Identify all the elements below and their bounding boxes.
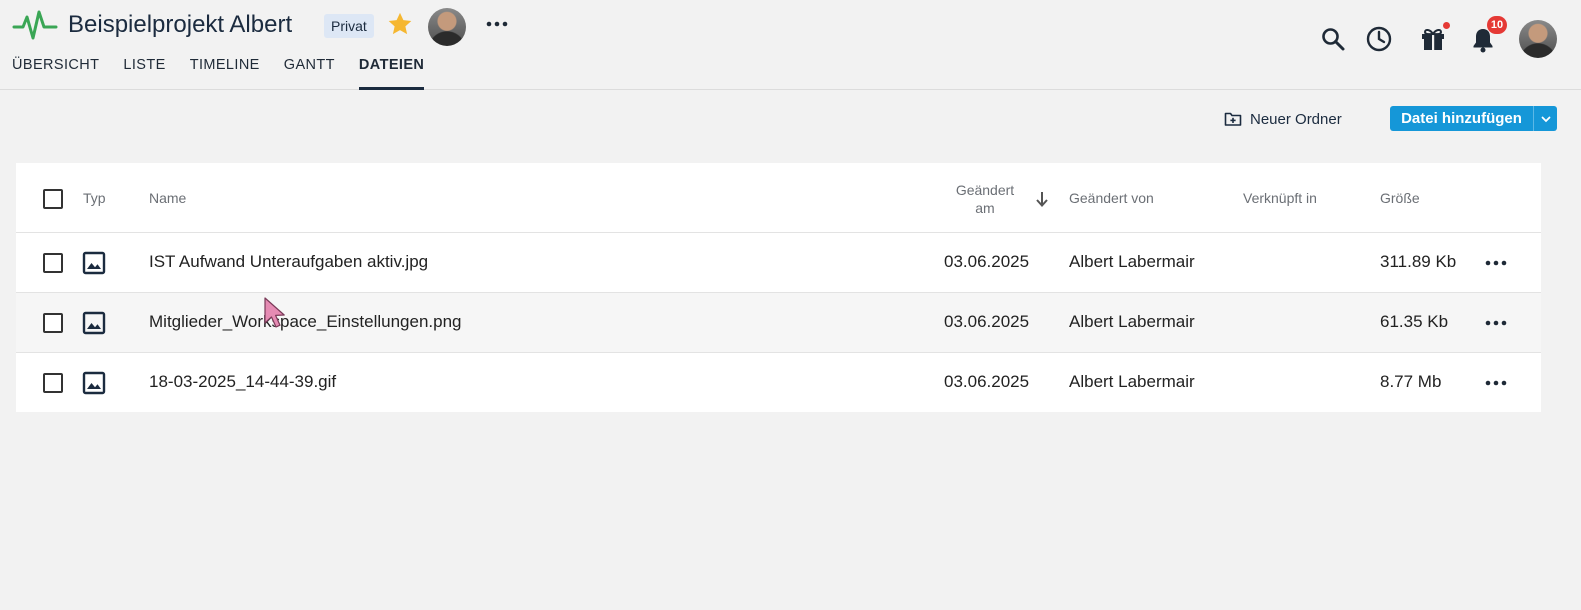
files-table: Typ Name Geändert am Geändert von Verknü… bbox=[16, 163, 1541, 412]
user-avatar[interactable] bbox=[1519, 20, 1557, 58]
file-name[interactable]: Mitglieder_Workspace_Einstellungen.png bbox=[149, 312, 461, 332]
file-size: 8.77 Mb bbox=[1380, 372, 1442, 391]
column-header-modified-at[interactable]: Geändert am bbox=[948, 181, 1022, 217]
privacy-badge: Privat bbox=[324, 14, 374, 38]
row-more-icon[interactable] bbox=[1482, 251, 1510, 275]
file-name[interactable]: 18-03-2025_14-44-39.gif bbox=[149, 372, 336, 392]
column-header-linked-in[interactable]: Verknüpft in bbox=[1243, 190, 1317, 206]
new-folder-button[interactable]: Neuer Ordner bbox=[1224, 106, 1342, 132]
image-file-icon bbox=[82, 311, 106, 335]
table-row[interactable]: Mitglieder_Workspace_Einstellungen.png 0… bbox=[16, 293, 1541, 353]
tab-timeline[interactable]: TIMELINE bbox=[190, 57, 260, 90]
add-file-label[interactable]: Datei hinzufügen bbox=[1390, 106, 1533, 131]
modified-by: Albert Labermair bbox=[1069, 312, 1195, 331]
chevron-down-icon bbox=[1541, 116, 1550, 122]
new-folder-label: Neuer Ordner bbox=[1250, 110, 1342, 128]
add-file-dropdown[interactable] bbox=[1533, 106, 1557, 131]
modified-date: 03.06.2025 bbox=[944, 312, 1030, 331]
tab-dateien[interactable]: DATEIEN bbox=[358, 57, 425, 90]
row-checkbox[interactable] bbox=[43, 373, 63, 393]
select-all-checkbox[interactable] bbox=[43, 189, 63, 209]
file-size: 61.35 Kb bbox=[1380, 312, 1449, 331]
column-header-size[interactable]: Größe bbox=[1380, 190, 1420, 206]
row-more-icon[interactable] bbox=[1482, 311, 1510, 335]
file-name[interactable]: IST Aufwand Unteraufgaben aktiv.jpg bbox=[149, 252, 428, 272]
row-more-icon[interactable] bbox=[1482, 371, 1510, 395]
notification-count-badge: 10 bbox=[1487, 16, 1507, 34]
modified-by: Albert Labermair bbox=[1069, 252, 1195, 271]
project-tabs: ÜBERSICHT LISTE TIMELINE GANTT DATEIEN bbox=[12, 57, 448, 90]
add-file-button[interactable]: Datei hinzufügen bbox=[1390, 106, 1557, 131]
table-row[interactable]: IST Aufwand Unteraufgaben aktiv.jpg 03.0… bbox=[16, 233, 1541, 293]
new-folder-icon bbox=[1224, 112, 1242, 126]
column-header-modified-by[interactable]: Geändert von bbox=[1069, 190, 1154, 206]
project-avatar[interactable] bbox=[428, 8, 466, 46]
column-header-type[interactable]: Typ bbox=[83, 190, 106, 206]
tab-liste[interactable]: LISTE bbox=[123, 57, 165, 90]
modified-date: 03.06.2025 bbox=[944, 252, 1030, 271]
table-row[interactable]: 18-03-2025_14-44-39.gif 03.06.2025 Alber… bbox=[16, 353, 1541, 413]
modified-date: 03.06.2025 bbox=[944, 372, 1030, 391]
image-file-icon bbox=[82, 371, 106, 395]
pulse-logo-icon[interactable] bbox=[12, 8, 58, 42]
tab-uebersicht[interactable]: ÜBERSICHT bbox=[12, 57, 99, 90]
search-icon[interactable] bbox=[1318, 24, 1348, 54]
clock-icon[interactable] bbox=[1364, 24, 1394, 54]
more-icon[interactable] bbox=[483, 10, 511, 38]
table-header: Typ Name Geändert am Geändert von Verknü… bbox=[16, 163, 1541, 233]
row-checkbox[interactable] bbox=[43, 313, 63, 333]
image-file-icon bbox=[82, 251, 106, 275]
row-checkbox[interactable] bbox=[43, 253, 63, 273]
gift-indicator-dot bbox=[1442, 21, 1451, 30]
file-size: 311.89 Kb bbox=[1380, 252, 1457, 271]
column-header-name[interactable]: Name bbox=[149, 190, 186, 206]
star-icon[interactable] bbox=[386, 10, 414, 38]
modified-by: Albert Labermair bbox=[1069, 372, 1195, 391]
sort-arrow-down-icon[interactable] bbox=[1034, 190, 1050, 208]
project-title: Beispielprojekt Albert bbox=[68, 11, 293, 38]
tab-gantt[interactable]: GANTT bbox=[284, 57, 335, 90]
top-bar: Beispielprojekt Albert Privat ÜBERSICHT … bbox=[0, 0, 1581, 90]
